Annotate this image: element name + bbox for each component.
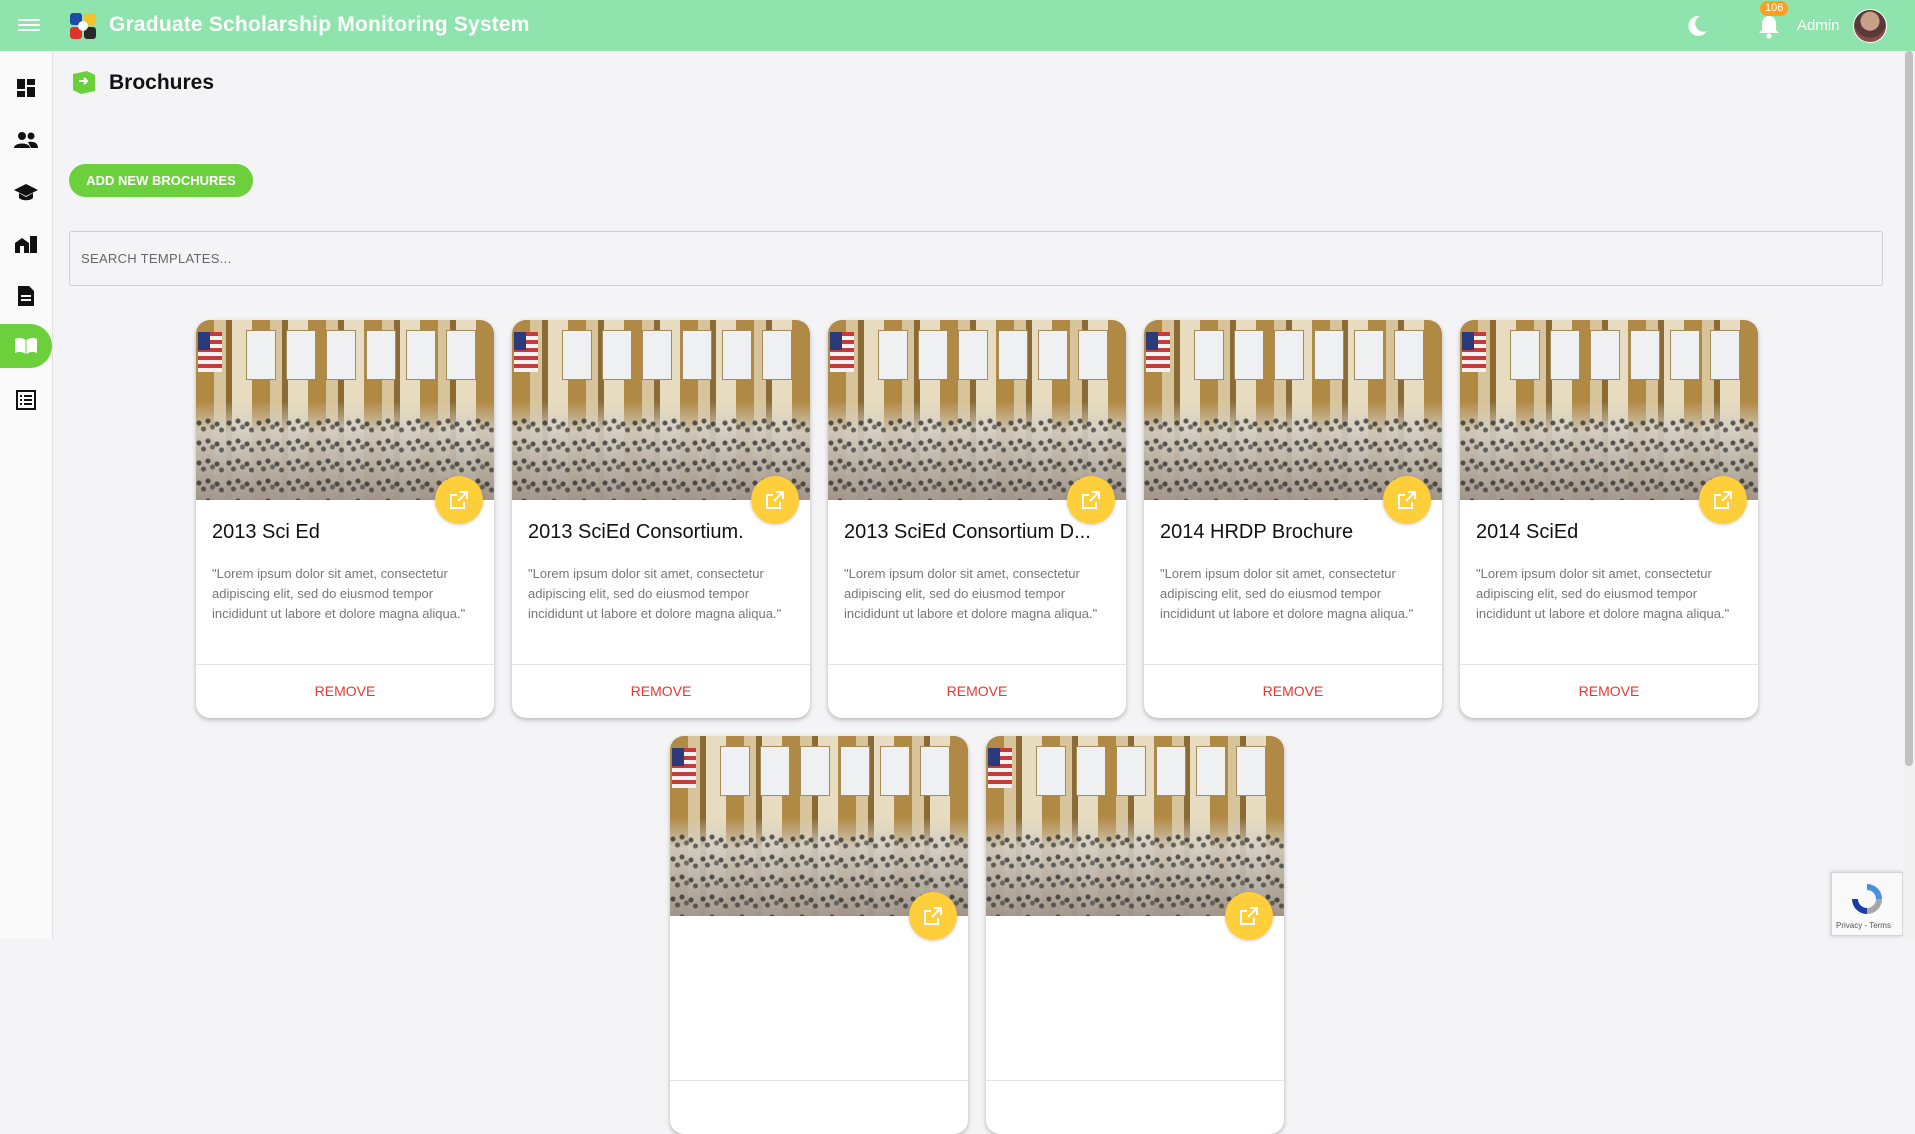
brochure-title: 2013 SciEd Consortium. bbox=[528, 521, 744, 543]
card-divider bbox=[512, 664, 810, 665]
notification-bell-icon[interactable] bbox=[1756, 12, 1782, 40]
notification-badge: 106 bbox=[1760, 1, 1789, 16]
brochure-title: 2013 SciEd Consortium D... bbox=[844, 521, 1091, 543]
sidebar-item-brochures[interactable] bbox=[0, 324, 52, 368]
remove-button[interactable]: REMOVE bbox=[196, 666, 494, 716]
brochure-cover-image bbox=[512, 320, 810, 500]
list-icon bbox=[16, 390, 36, 410]
remove-button[interactable] bbox=[670, 1082, 968, 1132]
open-external-button[interactable] bbox=[1067, 476, 1115, 524]
dark-mode-moon-icon[interactable] bbox=[1684, 13, 1710, 39]
brochure-cover-image bbox=[828, 320, 1126, 500]
sidebar-item-scholars[interactable] bbox=[0, 170, 52, 214]
brochure-cover-image bbox=[1460, 320, 1758, 500]
book-icon bbox=[15, 337, 37, 354]
brochure-description: "Lorem ipsum dolor sit amet, consectetur… bbox=[1476, 566, 1730, 621]
add-new-brochures-button[interactable]: ADD NEW BROCHURES bbox=[69, 164, 253, 197]
open-external-button[interactable] bbox=[1699, 476, 1747, 524]
open-in-new-icon bbox=[1082, 491, 1100, 509]
remove-button[interactable]: REMOVE bbox=[512, 666, 810, 716]
flag-image bbox=[988, 748, 1012, 788]
open-external-button[interactable] bbox=[751, 476, 799, 524]
app-logo bbox=[70, 13, 96, 39]
document-icon bbox=[18, 286, 34, 306]
card-divider bbox=[670, 1080, 968, 1081]
remove-button[interactable]: REMOVE bbox=[1460, 666, 1758, 716]
brochure-card: 2013 Sci Ed "Lorem ipsum dolor sit amet, … bbox=[196, 320, 494, 718]
card-divider bbox=[1460, 664, 1758, 665]
sidebar-item-documents[interactable] bbox=[0, 274, 52, 318]
search-templates-input[interactable] bbox=[69, 231, 1883, 286]
brochure-cover-image bbox=[196, 320, 494, 500]
app-title: Graduate Scholarship Monitoring System bbox=[109, 13, 530, 36]
flag-image bbox=[514, 332, 538, 372]
brochure-card: 2014 HRDP Brochure "Lorem ipsum dolor sit… bbox=[1144, 320, 1442, 718]
remove-button[interactable]: REMOVE bbox=[828, 666, 1126, 716]
brochure-description: "Lorem ipsum dolor sit amet, consectetur… bbox=[212, 566, 466, 621]
brochure-card: 2013 SciEd Consortium. "Lorem ipsum dolor… bbox=[512, 320, 810, 718]
open-in-new-icon bbox=[1714, 491, 1732, 509]
remove-button[interactable]: REMOVE bbox=[1144, 666, 1442, 716]
top-bar: Graduate Scholarship Monitoring System 1… bbox=[0, 0, 1915, 51]
users-icon bbox=[14, 132, 38, 148]
flag-image bbox=[672, 748, 696, 788]
recaptcha-privacy-terms[interactable]: Privacy - Terms bbox=[1836, 921, 1891, 930]
flag-image bbox=[830, 332, 854, 372]
open-in-new-icon bbox=[1240, 907, 1258, 925]
brochure-description: "Lorem ipsum dolor sit amet, consectetur… bbox=[844, 566, 1098, 621]
open-external-button[interactable] bbox=[1225, 892, 1273, 940]
brochure-card: 2014 SciEd "Lorem ipsum dolor sit amet, c… bbox=[1460, 320, 1758, 718]
card-divider bbox=[196, 664, 494, 665]
open-in-new-icon bbox=[924, 907, 942, 925]
brochure-title: 2014 HRDP Brochure bbox=[1160, 521, 1354, 543]
page-title: Brochures bbox=[109, 71, 215, 94]
sidebar bbox=[0, 51, 53, 939]
brochure-card: 2013 SciEd Consortium D... "Lorem ipsum d… bbox=[828, 320, 1126, 718]
open-in-new-icon bbox=[1398, 491, 1416, 509]
brochure-description: "Lorem ipsum dolor sit amet, consectetur… bbox=[1160, 566, 1414, 621]
sidebar-item-list[interactable] bbox=[0, 378, 52, 422]
sidebar-item-institutions[interactable] bbox=[0, 222, 52, 266]
brochure-description: "Lorem ipsum dolor sit amet, consectetur… bbox=[528, 566, 782, 621]
page-scrollbar[interactable] bbox=[1903, 51, 1915, 939]
brochure-cover-image bbox=[670, 736, 968, 916]
brochure-cover-image bbox=[986, 736, 1284, 916]
brochure-title: 2014 SciEd bbox=[1476, 521, 1579, 543]
user-avatar[interactable] bbox=[1853, 9, 1887, 43]
recaptcha-badge[interactable]: Privacy - Terms bbox=[1831, 872, 1903, 936]
sidebar-item-dashboard[interactable] bbox=[0, 66, 52, 110]
brochure-card bbox=[670, 736, 968, 1134]
remove-button[interactable] bbox=[986, 1082, 1284, 1132]
brochure-card bbox=[986, 736, 1284, 1134]
card-divider bbox=[1144, 664, 1442, 665]
brochure-page-icon bbox=[73, 71, 95, 94]
user-name-label: Admin bbox=[1797, 17, 1840, 34]
card-divider bbox=[828, 664, 1126, 665]
hamburger-menu-icon[interactable] bbox=[18, 16, 40, 34]
card-divider bbox=[986, 1080, 1284, 1081]
flag-image bbox=[1462, 332, 1486, 372]
flag-image bbox=[198, 332, 222, 372]
brochure-cover-image bbox=[1144, 320, 1442, 500]
open-external-button[interactable] bbox=[909, 892, 957, 940]
sidebar-item-users[interactable] bbox=[0, 118, 52, 162]
institution-icon bbox=[15, 236, 37, 253]
open-external-button[interactable] bbox=[435, 476, 483, 524]
graduation-cap-icon bbox=[14, 184, 38, 201]
brochure-title: 2013 Sci Ed bbox=[212, 521, 320, 543]
flag-image bbox=[1146, 332, 1170, 372]
recaptcha-icon bbox=[1852, 884, 1882, 914]
open-in-new-icon bbox=[766, 491, 784, 509]
open-in-new-icon bbox=[450, 491, 468, 509]
dashboard-icon bbox=[17, 79, 35, 97]
open-external-button[interactable] bbox=[1383, 476, 1431, 524]
